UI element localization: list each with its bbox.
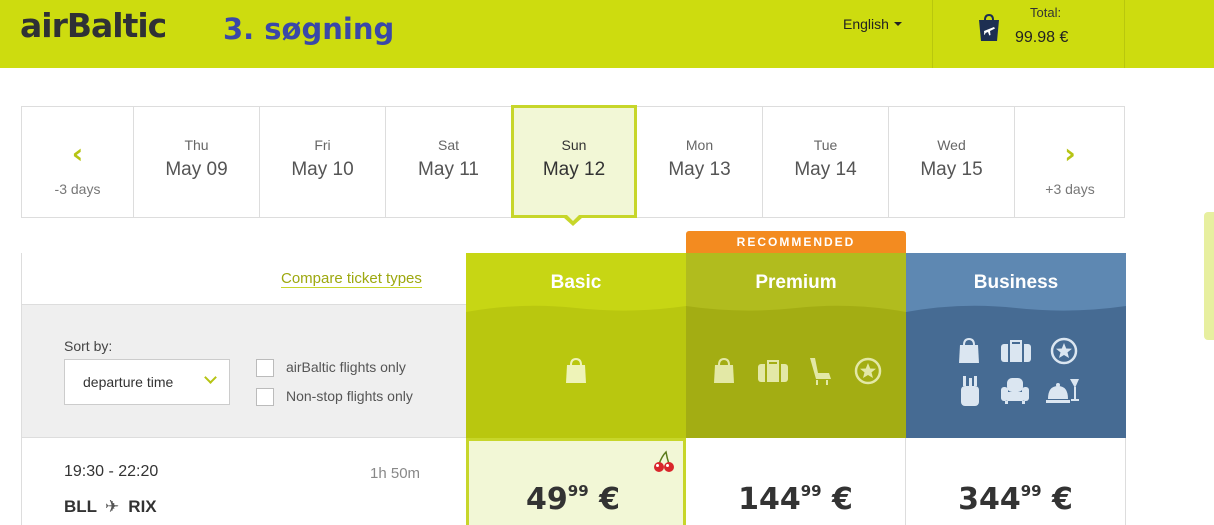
price-basic: 4999 € [466,482,680,517]
sort-select[interactable]: departure time [64,359,230,405]
fare-name: Premium [755,272,837,293]
shopping-bag-icon [979,14,999,41]
flight-duration: 1h 50m [370,465,421,482]
language-label: English [843,16,889,32]
fare-column-business: Business [906,253,1126,438]
prev-days-button[interactable]: ‹ -3 days [22,107,134,217]
date-weekday: Fri [314,137,331,153]
price-integer: 49 [526,482,568,517]
language-selector[interactable]: English [843,16,902,32]
golf-bag-icon [961,376,979,406]
price-cell-basic[interactable]: 4999 € [466,438,686,525]
star-badge-icon [1050,337,1078,365]
date-label: May 15 [920,159,983,180]
date-cell[interactable]: Thu May 09 [134,107,260,217]
destination-code: RIX [128,497,157,516]
sort-select-value: departure time [83,374,174,390]
fare-header-business[interactable]: Business [906,253,1126,304]
annotation-text: 3. søgning [223,12,395,46]
chevron-left-icon: ‹ [71,137,84,170]
seat-icon [810,358,831,385]
airbaltic-logo[interactable]: airBaltic [20,6,167,45]
price-integer: 344 [958,482,1021,517]
date-label: May 13 [668,159,731,180]
price-cell-premium[interactable]: 14499 € [686,438,906,525]
total-value: 99.98 € [1015,29,1069,46]
date-label: May 14 [794,159,857,180]
fare-name: Business [973,272,1059,293]
fare-column-premium: Premium [686,253,906,438]
sort-by-label: Sort by: [64,338,113,354]
chevron-right-icon: › [1064,137,1076,170]
date-weekday: Wed [937,137,966,153]
date-label: May 11 [418,159,479,180]
price-cell-business[interactable]: 34499 € [906,438,1126,525]
handbag-icon [566,357,586,383]
price-premium: 14499 € [686,482,905,517]
price-currency: € [1052,482,1073,517]
date-cell[interactable]: Wed May 15 [889,107,1015,217]
suitcase-icon [1001,340,1031,362]
date-cell[interactable]: Fri May 10 [260,107,386,217]
prev-days-label: -3 days [54,181,101,197]
wave-divider [906,304,1126,312]
chevron-down-icon [204,371,217,384]
flight-time: 19:30 - 22:20 [64,463,159,480]
feedback-side-tab[interactable] [1204,212,1214,340]
origin-code: BLL [64,497,98,516]
price-currency: € [599,482,620,517]
airbaltic-only-checkbox[interactable] [256,359,274,377]
fare-header-basic[interactable]: Basic [466,253,686,304]
fare-header-premium[interactable]: Premium [686,253,906,304]
dining-cloche-icon [1046,379,1079,403]
cart-summary[interactable]: Total: 99.98 € [932,0,1125,68]
date-cell[interactable]: Mon May 13 [637,107,763,217]
price-currency: € [832,482,853,517]
date-weekday: Mon [685,137,714,153]
date-weekday: Sun [561,137,587,153]
cherry-icon [654,450,674,472]
airbaltic-only-label[interactable]: airBaltic flights only [286,359,406,375]
date-cell[interactable]: Tue May 14 [763,107,889,217]
flight-row[interactable]: 19:30 - 22:20 1h 50m BLL ✈ RIX 4999 € 1449… [22,438,1126,525]
price-decimal: 99 [800,482,822,500]
caret-down-icon [893,22,902,26]
fare-name: Basic [550,272,602,293]
total-label: Total: [1030,5,1062,20]
filter-panel: Sort by: departure time airBaltic flight… [22,304,466,438]
price-business: 34499 € [906,482,1125,517]
price-decimal: 99 [1020,482,1042,500]
date-cell[interactable]: Sat May 11 [386,107,512,217]
handbag-icon [714,357,734,383]
date-weekday: Sat [437,137,459,153]
price-integer: 144 [738,482,801,517]
plane-icon: ✈ [105,497,120,516]
wave-divider [466,304,686,312]
nonstop-only-checkbox[interactable] [256,388,274,406]
top-bar: airBaltic 3. søgning English Total: 99.9… [0,0,1214,68]
selected-date-pointer [563,214,583,226]
wave-divider [686,304,906,312]
date-selector: ‹ -3 days Thu May 09 Fri May 10 Sat May … [21,105,1125,218]
date-cell-selected[interactable]: Sun May 12 [511,105,637,218]
next-days-label: +3 days [1045,181,1095,197]
date-weekday: Tue [813,137,838,153]
fare-column-basic: Basic [466,253,686,438]
date-label: May 10 [291,159,354,180]
date-label: May 12 [542,159,606,180]
handbag-icon [959,337,979,363]
suitcase-icon [758,360,788,382]
nonstop-only-label[interactable]: Non-stop flights only [286,388,413,404]
next-days-button[interactable]: › +3 days [1015,107,1125,217]
price-decimal: 99 [567,482,589,500]
lounge-chair-icon [1001,378,1029,404]
fare-table: Compare ticket types Sort by: departure … [21,231,1126,525]
date-weekday: Thu [184,137,209,153]
recommended-badge: RECOMMENDED [686,231,906,253]
flight-route: BLL ✈ RIX [64,497,157,517]
date-label: May 09 [165,159,228,180]
star-badge-icon [854,357,882,385]
compare-ticket-types-link[interactable]: Compare ticket types [281,270,422,288]
